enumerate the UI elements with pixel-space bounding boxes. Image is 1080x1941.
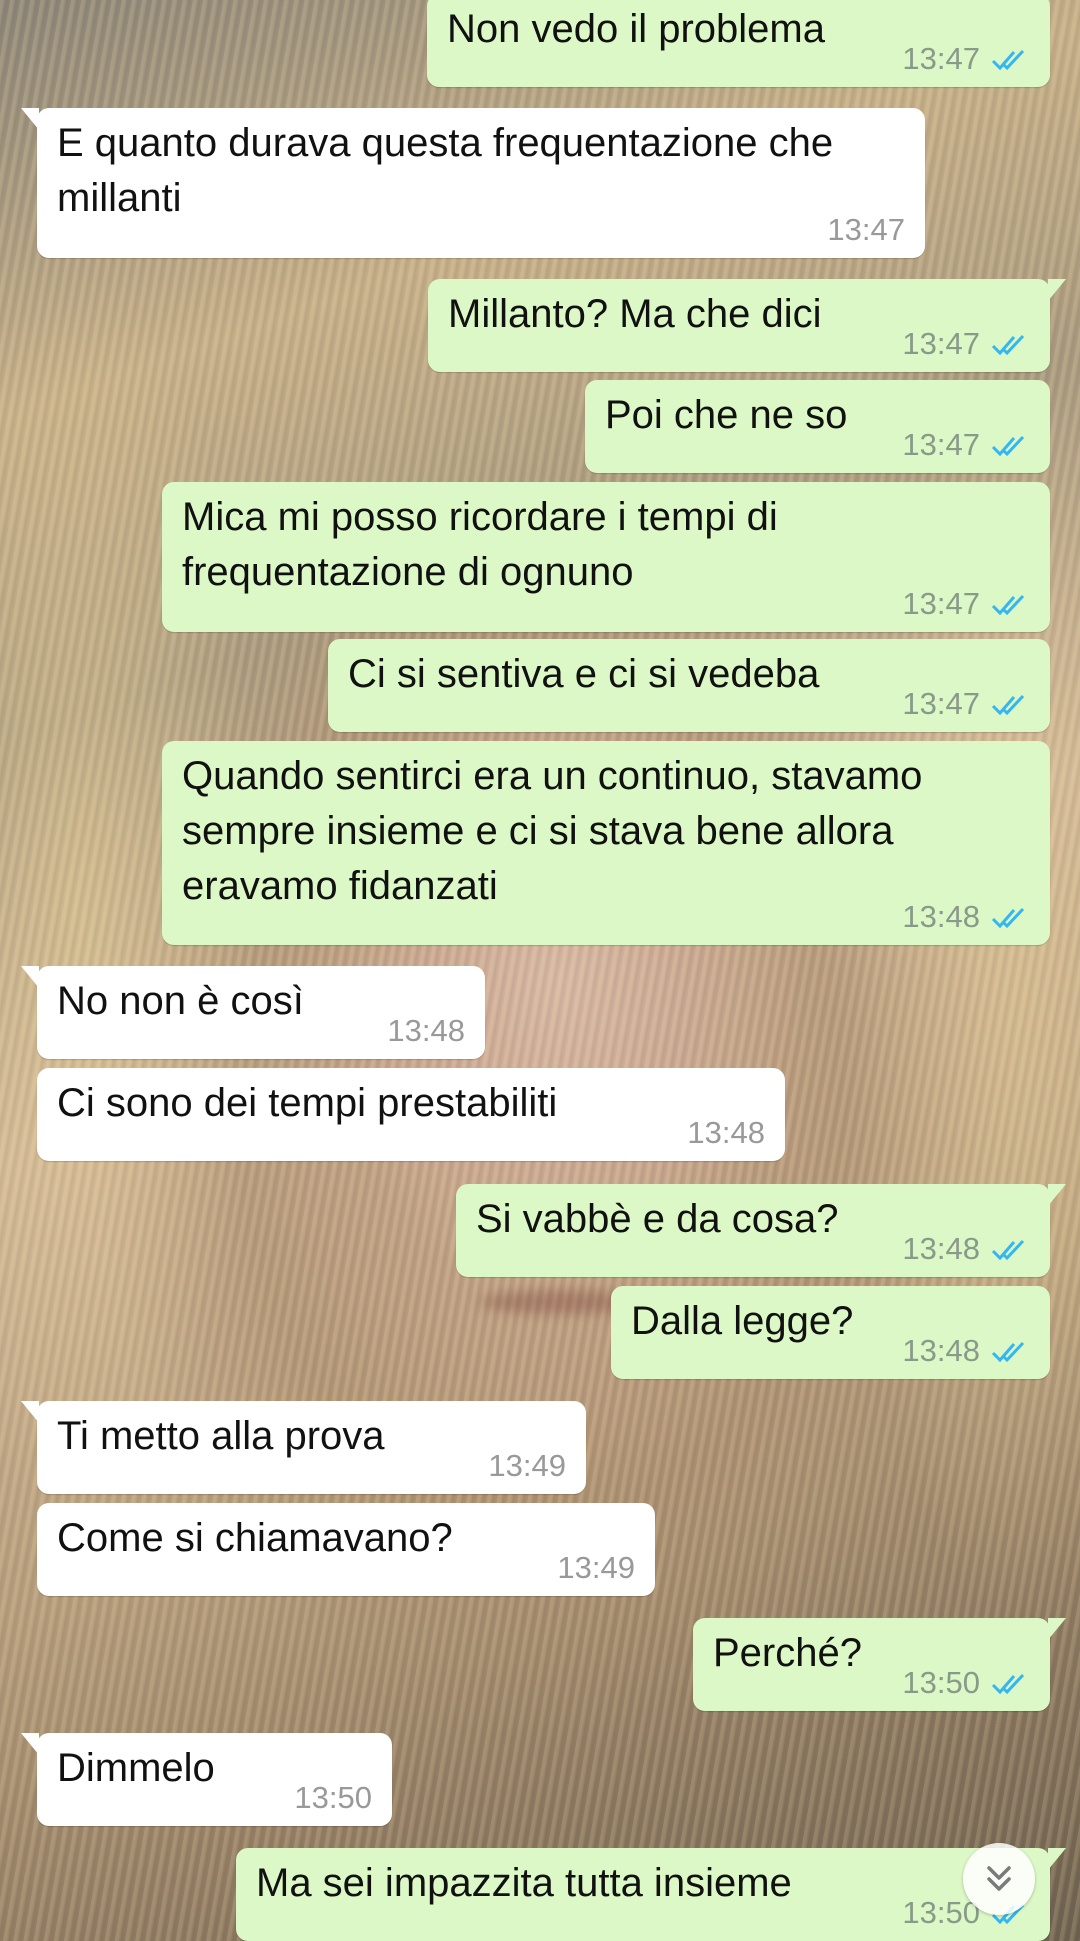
read-ticks-icon bbox=[991, 694, 1025, 716]
message-text: Mica mi posso ricordare i tempi di frequ… bbox=[182, 495, 789, 594]
message-text: Come si chiamavano? bbox=[57, 1516, 453, 1560]
read-ticks-icon bbox=[991, 435, 1025, 457]
read-ticks-icon bbox=[991, 907, 1025, 929]
message-time: 13:50 bbox=[294, 1780, 372, 1815]
message-text: E quanto durava questa frequentazione ch… bbox=[57, 121, 845, 220]
message-bubble-incoming[interactable]: Ti metto alla prova 13:49 bbox=[21, 1401, 586, 1494]
message-time: 13:47 bbox=[902, 326, 980, 361]
message-text: Ci sono dei tempi prestabiliti bbox=[57, 1081, 558, 1125]
message-meta: 13:49 bbox=[557, 1548, 635, 1588]
message-meta: 13:47 bbox=[902, 39, 1030, 79]
message-bubble-incoming[interactable]: No non è così 13:48 bbox=[21, 966, 485, 1059]
message-meta: 13:48 bbox=[902, 1229, 1030, 1269]
message-time: 13:49 bbox=[557, 1550, 635, 1585]
message-bubble-outgoing[interactable]: Dalla legge? 13:48 bbox=[611, 1286, 1050, 1379]
message-bubble-outgoing[interactable]: Ci si sentiva e ci si vedeba 13:47 bbox=[328, 639, 1050, 732]
message-time: 13:47 bbox=[902, 686, 980, 721]
message-time: 13:48 bbox=[687, 1115, 765, 1150]
read-ticks-icon bbox=[991, 334, 1025, 356]
message-meta: 13:50 bbox=[294, 1778, 372, 1818]
message-bubble-outgoing[interactable]: Perché? 13:50 bbox=[693, 1618, 1066, 1711]
message-meta: 13:47 bbox=[902, 324, 1030, 364]
read-ticks-icon bbox=[991, 1673, 1025, 1695]
message-meta: 13:49 bbox=[488, 1446, 566, 1486]
message-bubble-incoming[interactable]: Ci sono dei tempi prestabiliti 13:48 bbox=[37, 1068, 785, 1161]
message-meta: 13:47 bbox=[902, 584, 1030, 624]
message-bubble-outgoing[interactable]: Mica mi posso ricordare i tempi di frequ… bbox=[162, 482, 1050, 632]
message-meta: 13:47 bbox=[902, 425, 1030, 465]
message-meta: 13:47 bbox=[902, 684, 1030, 724]
message-bubble-incoming[interactable]: Come si chiamavano? 13:49 bbox=[37, 1503, 655, 1596]
message-meta: 13:48 bbox=[387, 1011, 465, 1051]
read-ticks-icon bbox=[991, 594, 1025, 616]
message-bubble-outgoing[interactable]: Poi che ne so 13:47 bbox=[585, 380, 1050, 473]
message-meta: 13:48 bbox=[902, 1331, 1030, 1371]
message-time: 13:48 bbox=[902, 1333, 980, 1368]
read-ticks-icon bbox=[991, 49, 1025, 71]
message-time: 13:49 bbox=[488, 1448, 566, 1483]
message-time: 13:50 bbox=[902, 1665, 980, 1700]
double-chevron-down-icon bbox=[987, 1866, 1011, 1891]
chat-messages-list[interactable]: Non vedo il problema 13:47 E quanto dura… bbox=[0, 0, 1080, 1941]
message-time: 13:48 bbox=[387, 1013, 465, 1048]
message-bubble-incoming[interactable]: E quanto durava questa frequentazione ch… bbox=[21, 108, 925, 258]
message-meta: 13:48 bbox=[687, 1113, 765, 1153]
read-ticks-icon bbox=[991, 1239, 1025, 1261]
message-bubble-outgoing[interactable]: Millanto? Ma che dici 13:47 bbox=[428, 279, 1066, 372]
scroll-to-bottom-button[interactable] bbox=[963, 1843, 1035, 1915]
read-ticks-icon bbox=[991, 1341, 1025, 1363]
message-bubble-outgoing[interactable]: Ma sei impazzita tutta insieme 13:50 bbox=[236, 1848, 1066, 1941]
message-meta: 13:48 bbox=[902, 897, 1030, 937]
message-time: 13:48 bbox=[902, 899, 980, 934]
message-time: 13:47 bbox=[902, 41, 980, 76]
message-meta: 13:47 bbox=[827, 210, 905, 250]
message-meta: 13:50 bbox=[902, 1663, 1030, 1703]
message-text: Quando sentirci era un continuo, stavamo… bbox=[182, 754, 934, 908]
message-bubble-outgoing[interactable]: Si vabbè e da cosa? 13:48 bbox=[456, 1184, 1066, 1277]
message-time: 13:47 bbox=[827, 212, 905, 247]
message-time: 13:47 bbox=[902, 586, 980, 621]
message-bubble-incoming[interactable]: Dimmelo 13:50 bbox=[21, 1733, 392, 1826]
message-bubble-outgoing[interactable]: Quando sentirci era un continuo, stavamo… bbox=[162, 741, 1050, 945]
message-time: 13:47 bbox=[902, 427, 980, 462]
message-bubble-outgoing[interactable]: Non vedo il problema 13:47 bbox=[427, 0, 1050, 87]
message-time: 13:48 bbox=[902, 1231, 980, 1266]
